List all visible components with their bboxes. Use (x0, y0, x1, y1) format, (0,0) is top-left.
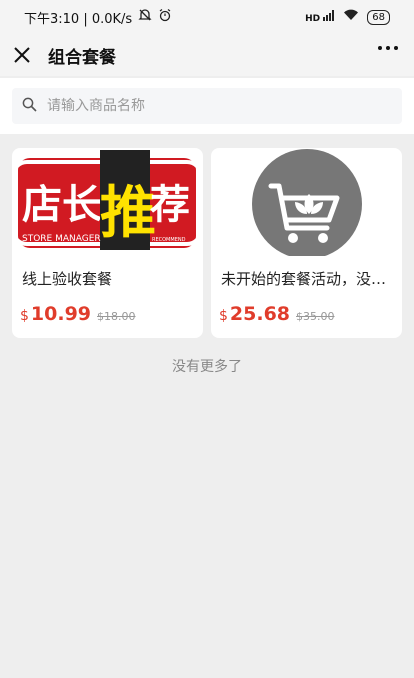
image-text-jian: 荐 (150, 182, 190, 228)
more-options-icon[interactable] (378, 46, 398, 50)
original-price: $18.00 (97, 310, 136, 323)
product-name: 未开始的套餐活动，没有… (221, 270, 402, 288)
status-time: 下午3:10 | 0.0K/s (24, 11, 133, 27)
product-price: 25.68 (229, 303, 291, 325)
product-card[interactable]: 店长 推 荐 STORE MANAGER RECOMMEND 线上验收套餐 $ … (12, 148, 203, 338)
battery-icon: 68 (367, 9, 390, 25)
currency-symbol: $ (219, 308, 228, 324)
mute-icon (138, 8, 152, 26)
product-name: 线上验收套餐 (22, 270, 113, 288)
nav-bar: 组合套餐 (0, 34, 414, 76)
signal-label: HD (305, 14, 321, 24)
no-more-text: 没有更多了 (172, 359, 242, 375)
search-bar (0, 78, 414, 134)
original-price: $35.00 (296, 310, 335, 323)
alarm-icon (158, 8, 172, 26)
product-image-store-manager: 店长 推 荐 STORE MANAGER RECOMMEND (12, 148, 203, 256)
product-price: 10.99 (30, 303, 92, 325)
search-box[interactable] (12, 88, 402, 124)
product-image-cart (211, 148, 402, 259)
image-text-tui: 推 (100, 181, 156, 246)
image-text-dianzhang: 店长 (22, 182, 102, 228)
close-icon[interactable] (12, 45, 32, 65)
product-grid: 店长 推 荐 STORE MANAGER RECOMMEND 线上验收套餐 $ … (0, 134, 414, 338)
product-card[interactable]: 未开始的套餐活动，没有… $ 25.68 $35.00 (211, 148, 402, 338)
image-text-store-manager: STORE MANAGER (22, 234, 101, 244)
price-row: $ 10.99 $18.00 (12, 303, 203, 325)
image-text-recommend: RECOMMEND (152, 237, 186, 243)
signal-icon: HD (305, 10, 335, 24)
search-input[interactable] (45, 97, 369, 115)
price-row: $ 25.68 $35.00 (211, 303, 402, 325)
page-title: 组合套餐 (48, 47, 116, 68)
status-bar: 下午3:10 | 0.0K/s HD 68 (0, 0, 414, 34)
currency-symbol: $ (20, 308, 29, 324)
wifi-icon (343, 9, 359, 25)
search-icon (22, 97, 37, 116)
